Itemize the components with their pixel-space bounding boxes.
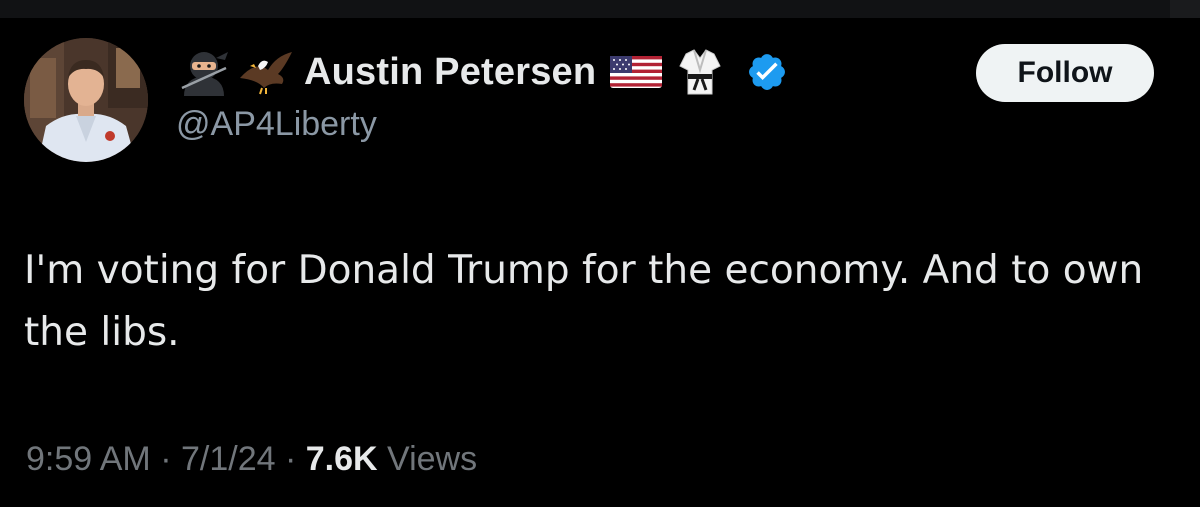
meta-separator: · [284, 440, 297, 478]
author-handle[interactable]: @AP4Liberty [176, 105, 377, 144]
author-name-row: Austin Petersen [176, 44, 794, 100]
meta-separator: · [160, 440, 172, 478]
verified-badge-icon[interactable] [746, 51, 788, 93]
tweet-text: I'm voting for Donald Trump for the econ… [24, 248, 1144, 355]
follow-button[interactable]: Follow [976, 44, 1154, 102]
martial-arts-uniform-icon [678, 48, 734, 96]
top-edge-bar [0, 0, 1200, 18]
ninja-icon [176, 48, 232, 96]
avatar[interactable] [24, 38, 148, 162]
views-label: Views [387, 440, 478, 478]
us-flag-icon [608, 48, 664, 96]
tweet-time[interactable]: 9:59 AM [26, 440, 151, 478]
eagle-icon [238, 48, 294, 96]
views-count: 7.6K [305, 440, 378, 478]
tweet-date[interactable]: 7/1/24 [181, 440, 276, 478]
author-display-name[interactable]: Austin Petersen [304, 51, 596, 94]
tweet-meta: 9:59 AM · 7/1/24 · 7.6K Views [26, 440, 477, 479]
top-edge-corner [1170, 0, 1200, 18]
